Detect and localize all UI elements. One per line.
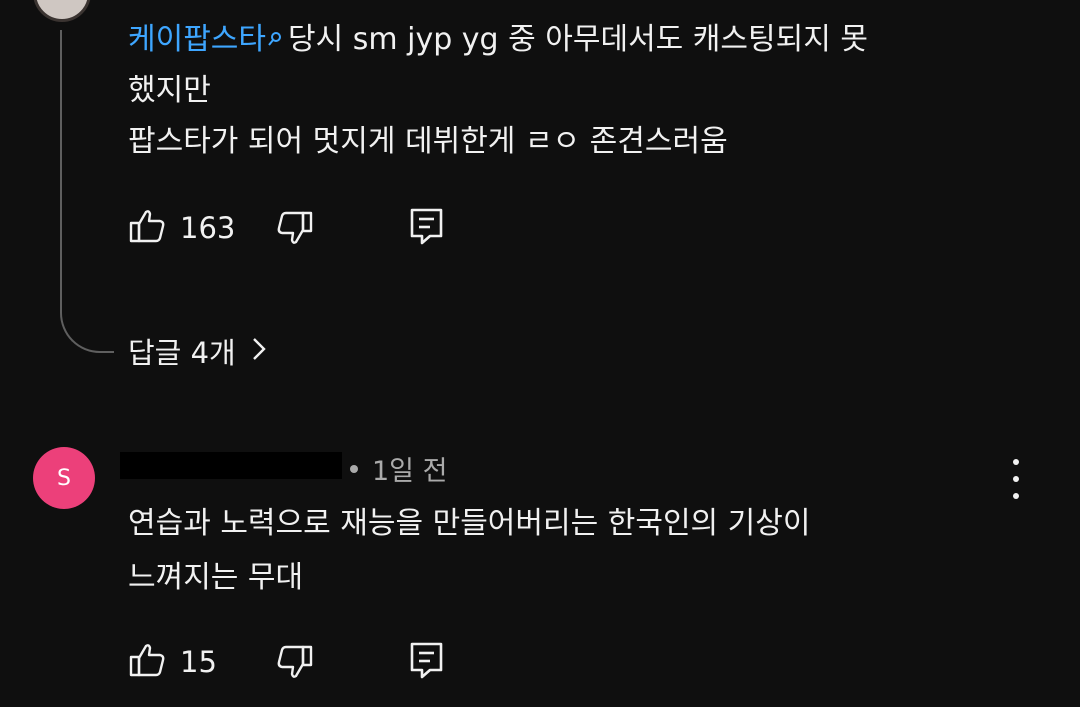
comment-body: 케이팝스타 당시 sm jyp yg 중 아무데서도 캐스팅되지 못 했지만 팝스…: [128, 14, 1008, 167]
comment-meta: 1일 전: [350, 449, 447, 488]
thumb-down-icon: [276, 643, 314, 685]
view-replies-button[interactable]: 답글 4개: [128, 330, 266, 372]
thumb-down-icon: [276, 209, 314, 251]
commenter-avatar[interactable]: S: [33, 447, 95, 509]
thread-connector-line: [60, 30, 114, 353]
avatar-letter: S: [57, 465, 71, 491]
commenter-avatar[interactable]: [33, 0, 91, 22]
reply-button[interactable]: [410, 641, 444, 683]
search-icon: [268, 12, 282, 63]
comment-line: 팝스타가 되어 멋지게 데뷔한게 ㄹㅇ 존견스러움: [128, 124, 728, 159]
comment-line: 했지만: [128, 73, 211, 108]
redacted-username: [120, 452, 342, 479]
dislike-button[interactable]: [276, 643, 314, 685]
comment-text: 당시 sm jyp yg 중 아무데서도 캐스팅되지 못: [288, 22, 868, 57]
comment-line: 느껴지는 무대: [128, 560, 304, 595]
like-button[interactable]: 15: [128, 641, 217, 683]
reply-icon: [410, 641, 444, 683]
reply-button[interactable]: [410, 207, 444, 249]
thumb-up-icon: [128, 641, 166, 683]
replies-label: 답글 4개: [128, 336, 236, 370]
like-count: 163: [180, 211, 236, 245]
comment-line: 케이팝스타 당시 sm jyp yg 중 아무데서도 캐스팅되지 못: [128, 14, 1008, 65]
comment-line: 연습과 노력으로 재능을 만들어버리는 한국인의 기상이: [128, 506, 811, 541]
dislike-button[interactable]: [276, 209, 314, 251]
comment-time: 1일 전: [372, 456, 448, 487]
mention-text: 케이팝스타: [128, 22, 266, 57]
mention-link[interactable]: 케이팝스타: [128, 22, 288, 57]
more-vert-icon[interactable]: [1005, 459, 1027, 499]
thumb-up-icon: [128, 207, 166, 249]
like-button[interactable]: 163: [128, 207, 235, 249]
chevron-right-icon: [252, 334, 266, 368]
comment-body: 연습과 노력으로 재능을 만들어버리는 한국인의 기상이 느껴지는 무대: [128, 497, 1008, 605]
reply-icon: [410, 207, 444, 249]
separator-dot: [350, 464, 358, 473]
like-count: 15: [180, 645, 217, 679]
